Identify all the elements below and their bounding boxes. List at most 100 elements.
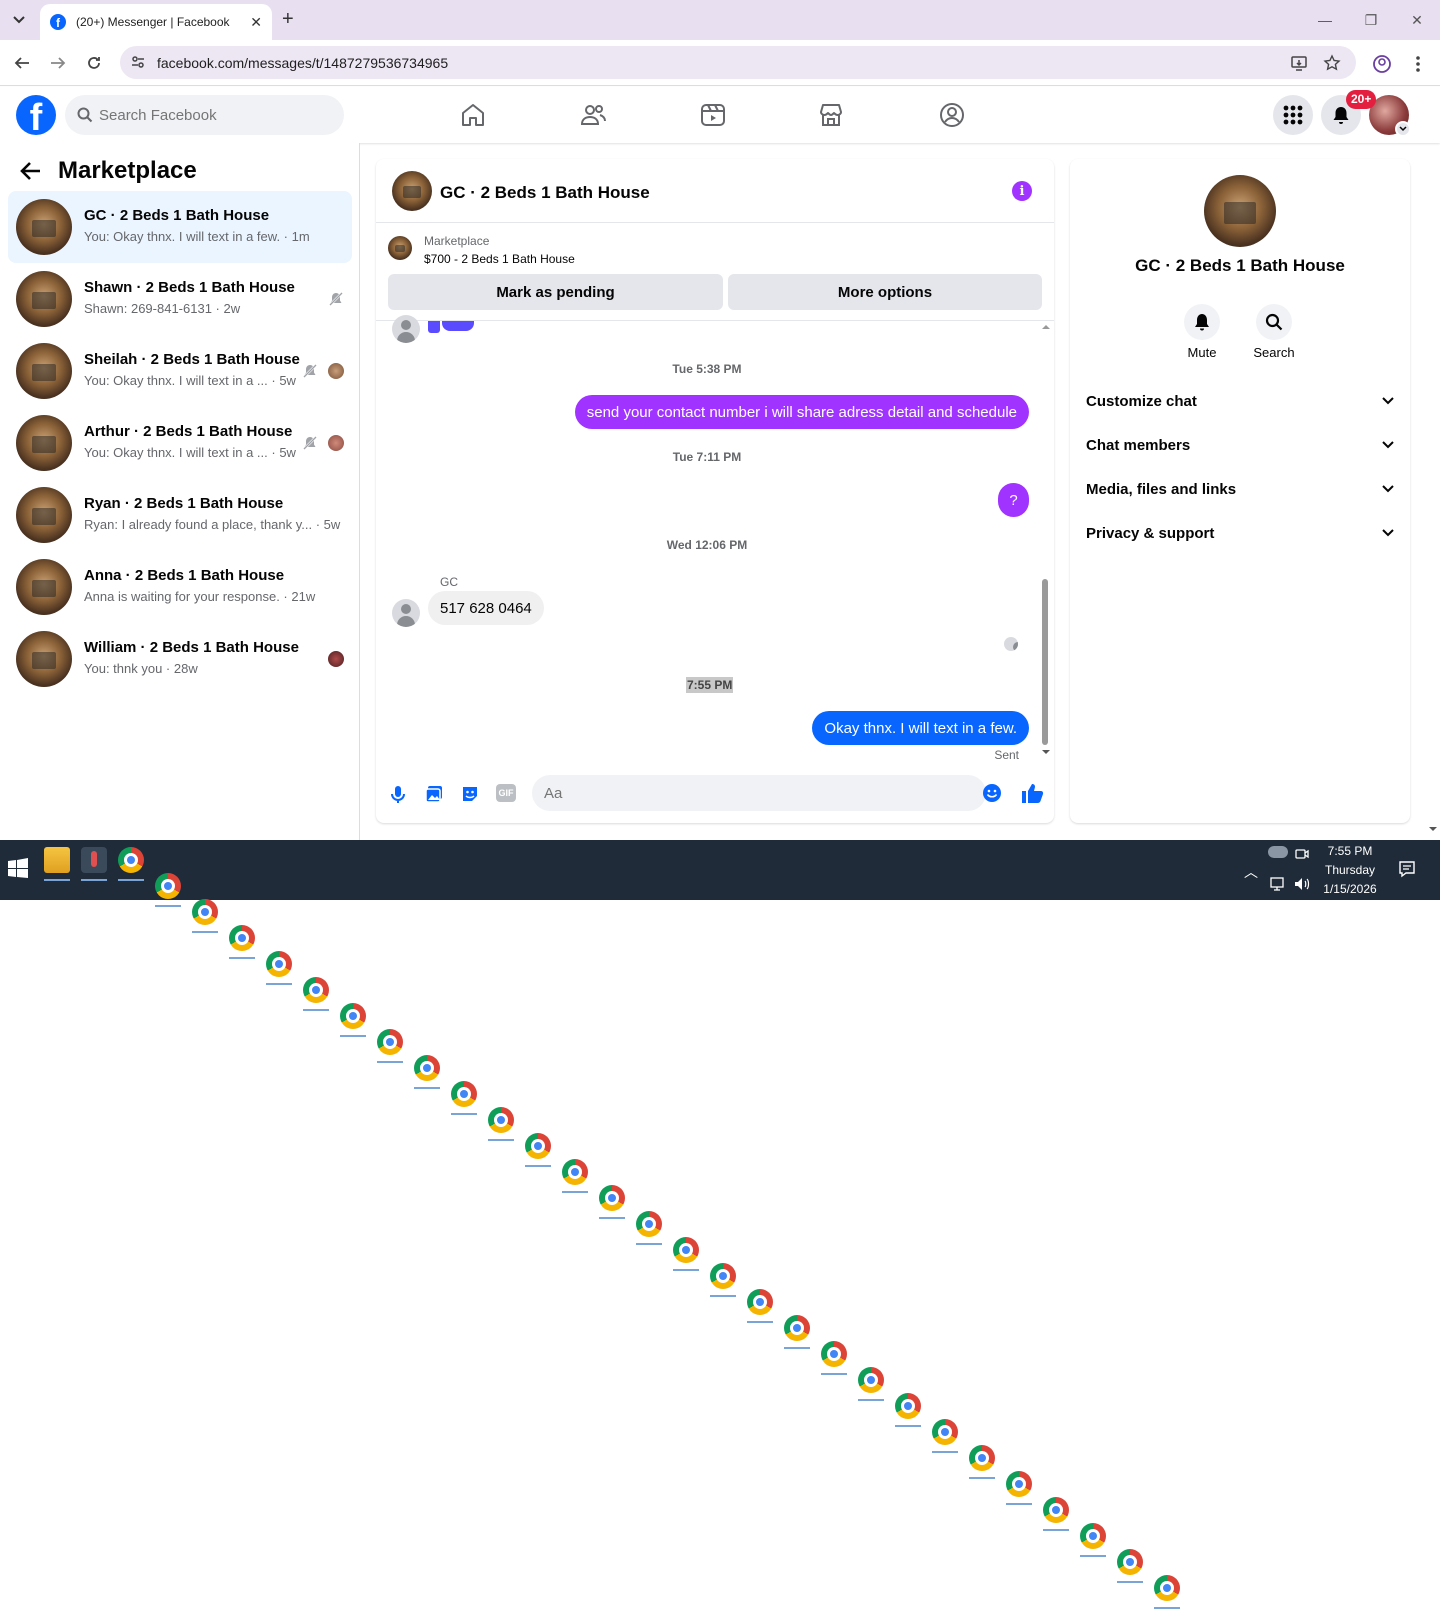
chrome-window-icon[interactable]: [192, 899, 218, 933]
chrome-window-icon[interactable]: [932, 1419, 958, 1453]
browser-tab[interactable]: f (20+) Messenger | Facebook ✕: [40, 4, 272, 40]
scroll-thumb[interactable]: [1042, 579, 1048, 745]
conversation-item-gc[interactable]: GC · 2 Beds 1 Bath House You: Okay thnx.…: [8, 191, 352, 263]
friends-icon[interactable]: [579, 101, 607, 129]
message-input[interactable]: [532, 775, 986, 811]
more-menu-icon[interactable]: [1414, 54, 1422, 74]
system-clock[interactable]: 7:55 PM Thursday 1/15/2026: [1312, 842, 1388, 899]
facebook-search[interactable]: [65, 95, 344, 135]
back-arrow-icon[interactable]: [20, 161, 42, 181]
conversation-item-ryan[interactable]: Ryan · 2 Beds 1 Bath House Ryan: I alrea…: [8, 479, 352, 551]
chrome-window-icon[interactable]: [784, 1315, 810, 1349]
chrome-window-icon[interactable]: [451, 1081, 477, 1115]
emoji-icon[interactable]: [982, 783, 1002, 803]
chrome-window-icon[interactable]: [488, 1107, 514, 1141]
chrome-window-icon[interactable]: [377, 1029, 403, 1063]
network-icon[interactable]: [1270, 876, 1288, 892]
file-explorer-icon[interactable]: [44, 847, 70, 881]
volume-icon[interactable]: [1294, 876, 1312, 892]
new-tab-button[interactable]: +: [282, 9, 294, 29]
forward-button[interactable]: [47, 52, 69, 74]
install-app-icon[interactable]: [1290, 54, 1308, 72]
outgoing-message[interactable]: ?: [998, 483, 1029, 517]
chrome-window-icon[interactable]: [673, 1237, 699, 1271]
chrome-window-icon[interactable]: [414, 1055, 440, 1089]
marketplace-icon[interactable]: [817, 101, 845, 129]
facebook-search-input[interactable]: [99, 95, 329, 135]
chrome-window-icon[interactable]: [1154, 1575, 1180, 1609]
conversation-item-shawn[interactable]: Shawn · 2 Beds 1 Bath House Shawn: 269-8…: [8, 263, 352, 335]
listing-thumbnail[interactable]: [388, 236, 412, 260]
windows-start-icon[interactable]: [8, 858, 28, 878]
chrome-window-icon[interactable]: [895, 1393, 921, 1427]
chrome-window-icon[interactable]: [229, 925, 255, 959]
minimize-button[interactable]: —: [1302, 0, 1348, 40]
menu-button[interactable]: [1273, 95, 1313, 135]
privacy-support-section[interactable]: Privacy & support: [1086, 517, 1394, 549]
chrome-window-icon[interactable]: [747, 1289, 773, 1323]
chrome-window-icon[interactable]: [155, 873, 181, 907]
video-icon[interactable]: [699, 101, 727, 129]
chrome-window-icon[interactable]: [858, 1367, 884, 1401]
outgoing-message[interactable]: Okay thnx. I will text in a few.: [812, 711, 1029, 745]
info-icon[interactable]: i: [1012, 181, 1032, 201]
media-files-links-section[interactable]: Media, files and links: [1086, 473, 1394, 505]
thumbs-up-icon[interactable]: [1020, 782, 1044, 804]
account-chevron-icon[interactable]: [1395, 121, 1411, 137]
chrome-window-icon[interactable]: [1006, 1471, 1032, 1505]
chrome-window-icon[interactable]: [1117, 1549, 1143, 1583]
incoming-message[interactable]: 517 628 0464: [428, 591, 544, 625]
chat-avatar[interactable]: [392, 171, 432, 211]
search-conversation-button[interactable]: [1256, 304, 1292, 340]
onedrive-icon[interactable]: [1268, 846, 1288, 858]
notification-center-icon[interactable]: [1398, 860, 1416, 878]
reload-button[interactable]: [83, 52, 105, 74]
tab-search-button[interactable]: [6, 7, 32, 33]
chrome-window-icon[interactable]: [636, 1211, 662, 1245]
chrome-window-icon[interactable]: [599, 1185, 625, 1219]
conversation-item-william[interactable]: William · 2 Beds 1 Bath House You: thnk …: [8, 623, 352, 695]
customize-chat-section[interactable]: Customize chat: [1086, 385, 1394, 417]
tray-chevron-up-icon[interactable]: ︿: [1244, 862, 1258, 882]
chrome-window-icon[interactable]: [710, 1263, 736, 1297]
chrome-window-icon[interactable]: [1080, 1523, 1106, 1557]
bookmark-star-icon[interactable]: [1323, 54, 1341, 72]
chrome-window-icon[interactable]: [303, 977, 329, 1011]
conversation-item-anna[interactable]: Anna · 2 Beds 1 Bath House Anna is waiti…: [8, 551, 352, 623]
more-options-button[interactable]: More options: [728, 274, 1042, 310]
mute-button[interactable]: [1184, 304, 1220, 340]
chrome-window-icon[interactable]: [266, 951, 292, 985]
microphone-icon[interactable]: [388, 784, 408, 804]
conversation-item-arthur[interactable]: Arthur · 2 Beds 1 Bath House You: Okay t…: [8, 407, 352, 479]
chrome-window-icon[interactable]: [340, 1003, 366, 1037]
home-icon[interactable]: [459, 101, 487, 129]
facebook-logo-icon[interactable]: f: [16, 95, 56, 135]
outgoing-message[interactable]: send your contact number i will share ad…: [574, 395, 1029, 429]
chrome-window-icon[interactable]: [525, 1133, 551, 1167]
photo-icon[interactable]: [424, 784, 444, 804]
close-window-button[interactable]: ✕: [1394, 0, 1440, 40]
scroll-down-icon[interactable]: [1041, 749, 1051, 755]
url-text[interactable]: facebook.com/messages/t/1487279536734965: [157, 55, 448, 71]
sticker-icon[interactable]: [460, 784, 480, 804]
gif-icon[interactable]: GIF: [496, 784, 516, 802]
conversation-item-sheilah[interactable]: Sheilah · 2 Beds 1 Bath House You: Okay …: [8, 335, 352, 407]
meet-now-icon[interactable]: [1294, 846, 1310, 862]
gaming-icon[interactable]: [938, 101, 966, 129]
chat-title[interactable]: GC · 2 Beds 1 Bath House: [440, 183, 650, 203]
close-tab-icon[interactable]: ✕: [250, 14, 262, 31]
site-info-icon[interactable]: [130, 54, 146, 70]
mark-as-pending-button[interactable]: Mark as pending: [388, 274, 723, 310]
chrome-window-icon[interactable]: [562, 1159, 588, 1193]
page-scroll-down-icon[interactable]: [1428, 826, 1438, 832]
scroll-up-icon[interactable]: [1041, 324, 1051, 330]
restore-button[interactable]: ❐: [1348, 0, 1394, 40]
listing-title[interactable]: $700 - 2 Beds 1 Bath House: [424, 252, 575, 266]
chrome-window-icon[interactable]: [1043, 1497, 1069, 1531]
back-button[interactable]: [11, 52, 33, 74]
details-avatar[interactable]: [1204, 175, 1276, 247]
profile-icon[interactable]: [1372, 54, 1392, 74]
chrome-window-icon[interactable]: [969, 1445, 995, 1479]
chat-members-section[interactable]: Chat members: [1086, 429, 1394, 461]
pinned-app-icon[interactable]: [81, 847, 107, 881]
